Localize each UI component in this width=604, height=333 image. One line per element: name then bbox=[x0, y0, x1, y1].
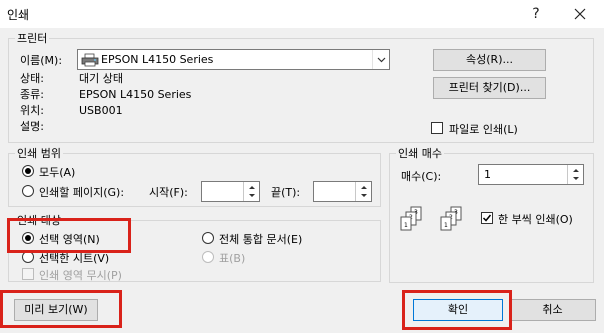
type-label: 종류: bbox=[20, 88, 44, 101]
highlight-ok-box bbox=[402, 290, 512, 330]
checkmark-icon bbox=[482, 214, 492, 222]
where-label: 위치: bbox=[20, 104, 44, 117]
copies-count-spin-buttons[interactable] bbox=[567, 165, 583, 184]
printer-name-label: 이름(M): bbox=[20, 54, 63, 67]
chevron-down-icon bbox=[377, 57, 386, 63]
close-button[interactable] bbox=[562, 2, 598, 26]
close-icon bbox=[574, 8, 586, 20]
comment-label: 설명: bbox=[20, 120, 44, 133]
print-range-pages-radio[interactable] bbox=[22, 185, 34, 197]
status-label: 상태: bbox=[20, 72, 44, 85]
where-value: USB001 bbox=[79, 104, 123, 117]
printer-name-dropdown-button[interactable] bbox=[372, 50, 389, 69]
help-button[interactable]: ? bbox=[518, 2, 554, 26]
copies-count-value: 1 bbox=[484, 168, 491, 181]
copies-count-spinner[interactable]: 1 bbox=[478, 164, 584, 185]
find-printer-button[interactable]: 프린터 찾기(D)... bbox=[433, 77, 546, 99]
title-bar: 인쇄 ? bbox=[0, 0, 604, 28]
print-what-entire-workbook-radio[interactable] bbox=[202, 232, 214, 244]
type-value: EPSON L4150 Series bbox=[79, 88, 192, 101]
ignore-print-areas-label: 인쇄 영역 무시(P) bbox=[39, 269, 122, 282]
start-page-label: 시작(F): bbox=[149, 186, 188, 199]
collate-checkbox[interactable] bbox=[481, 212, 493, 224]
printer-group-title: 프린터 bbox=[15, 30, 50, 46]
spin-updown-icon bbox=[361, 186, 367, 197]
print-to-file-checkbox[interactable] bbox=[431, 122, 443, 134]
printer-name-value: EPSON L4150 Series bbox=[101, 53, 214, 66]
copies-group-title: 인쇄 매수 bbox=[396, 145, 444, 161]
properties-button[interactable]: 속성(R)... bbox=[433, 49, 546, 71]
print-to-file-label: 파일로 인쇄(L) bbox=[449, 123, 518, 136]
dialog-title: 인쇄 bbox=[7, 8, 30, 22]
print-what-entire-workbook-label: 전체 통합 문서(E) bbox=[219, 233, 303, 246]
print-what-table-radio[interactable] bbox=[202, 251, 214, 263]
svg-text:1: 1 bbox=[444, 222, 448, 229]
highlight-preview-box bbox=[0, 290, 122, 328]
printer-icon bbox=[81, 53, 99, 67]
spin-updown-icon bbox=[573, 169, 579, 180]
print-dialog: 인쇄 ? 프린터 이름(M): EPSON L4150 Series 상태: 대 bbox=[0, 0, 604, 333]
end-page-spinner[interactable] bbox=[313, 181, 372, 202]
collate-illustration-icon: 3 2 1 3 2 1 bbox=[399, 205, 465, 235]
print-range-all-radio[interactable] bbox=[22, 165, 34, 177]
printer-name-combo[interactable]: EPSON L4150 Series bbox=[77, 49, 390, 70]
collate-label: 한 부씩 인쇄(O) bbox=[498, 213, 573, 226]
print-what-table-label: 표(B) bbox=[219, 252, 246, 265]
highlight-selection-box bbox=[7, 218, 131, 253]
copies-count-label: 매수(C): bbox=[401, 170, 442, 183]
end-page-spin-buttons[interactable] bbox=[355, 182, 371, 201]
status-value: 대기 상태 bbox=[79, 72, 123, 85]
print-range-all-label: 모두(A) bbox=[39, 166, 76, 179]
print-range-pages-label: 인쇄할 페이지(G): bbox=[39, 186, 125, 199]
spin-updown-icon bbox=[249, 186, 255, 197]
end-page-label: 끝(T): bbox=[271, 186, 301, 199]
ignore-print-areas-checkbox[interactable] bbox=[22, 268, 34, 280]
cancel-button[interactable]: 취소 bbox=[509, 299, 596, 321]
print-range-group-title: 인쇄 범위 bbox=[15, 145, 63, 161]
start-page-spinner[interactable] bbox=[201, 181, 260, 202]
start-page-spin-buttons[interactable] bbox=[243, 182, 259, 201]
svg-text:1: 1 bbox=[404, 222, 408, 229]
